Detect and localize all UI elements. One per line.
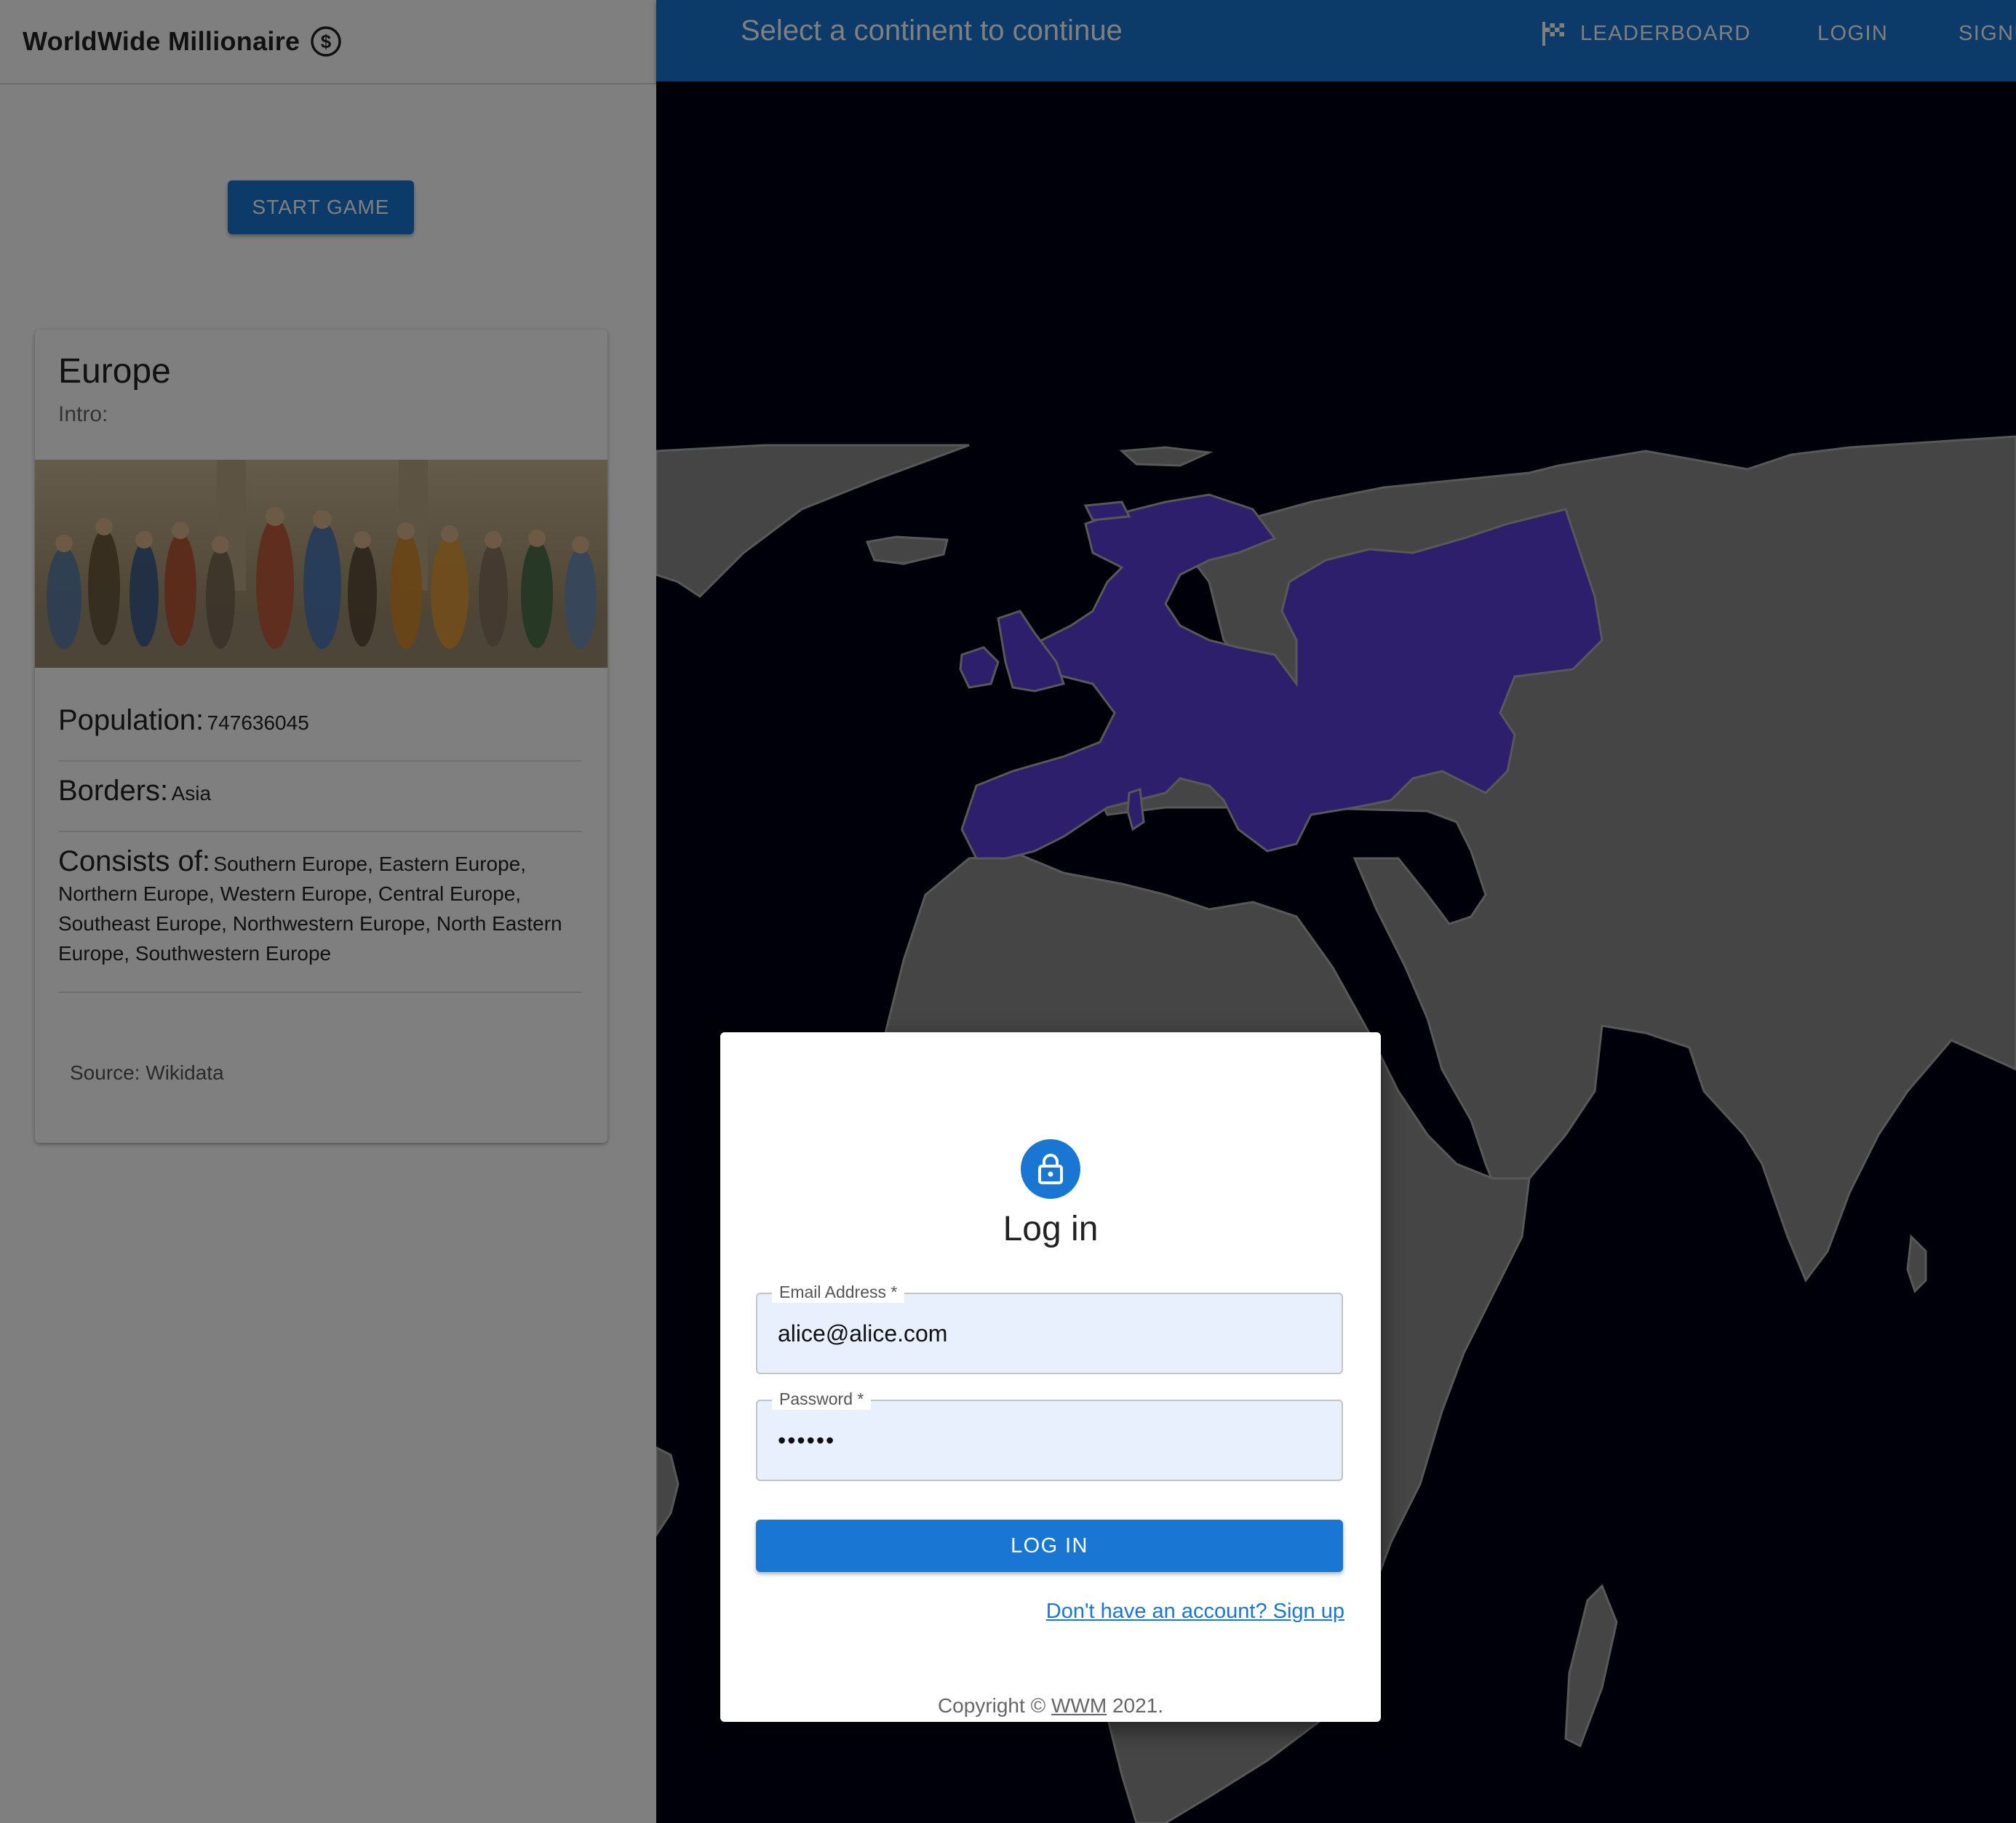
copyright-link[interactable]: WWM bbox=[1051, 1694, 1107, 1717]
password-field[interactable]: Password * •••••• bbox=[756, 1388, 1343, 1481]
lock-icon bbox=[1038, 1154, 1063, 1184]
login-dialog: Log in Email Address * Password * ••••••… bbox=[720, 1032, 1381, 1722]
copyright-prefix: Copyright © bbox=[937, 1694, 1046, 1717]
email-field[interactable]: Email Address * bbox=[756, 1281, 1343, 1374]
dialog-title: Log in bbox=[1003, 1210, 1099, 1248]
lock-avatar bbox=[1021, 1139, 1080, 1199]
login-button[interactable]: LOG IN bbox=[756, 1520, 1343, 1572]
sidebar-backdrop bbox=[0, 0, 656, 1823]
copyright: Copyright © WWM 2021. bbox=[720, 1694, 1381, 1718]
signup-link[interactable]: Don't have an account? Sign up bbox=[1046, 1600, 1344, 1624]
password-input[interactable]: •••••• bbox=[778, 1401, 1316, 1480]
copyright-suffix: 2021. bbox=[1112, 1694, 1164, 1717]
email-input[interactable] bbox=[778, 1294, 1316, 1373]
